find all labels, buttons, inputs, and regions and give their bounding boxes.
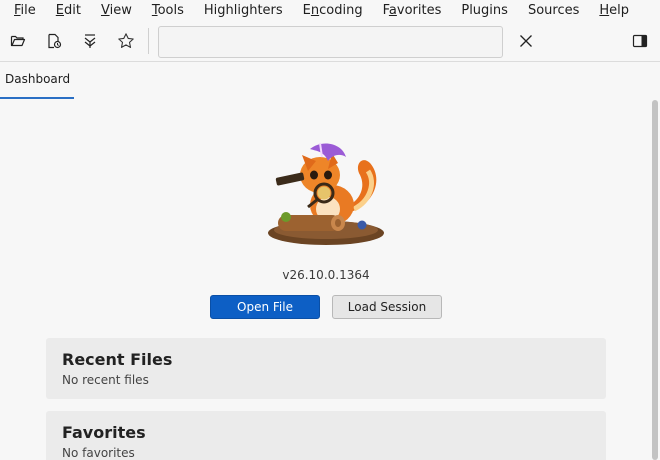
recent-files-empty-message: No recent files (62, 373, 149, 387)
folder-open-icon (10, 35, 26, 47)
app-logo-squirrel-image (268, 142, 384, 245)
menu-tools[interactable]: Tools (142, 0, 194, 22)
filter-icon (84, 34, 96, 48)
version-label: v26.10.0.1364 (282, 268, 370, 282)
recent-files-title: Recent Files (62, 350, 173, 369)
menu-encoding[interactable]: Encoding (293, 0, 373, 22)
toggle-side-panel-button[interactable] (622, 23, 658, 59)
toolbar-separator (148, 28, 149, 54)
favorites-empty-message: No favorites (62, 446, 135, 460)
side-panel-icon (632, 34, 648, 48)
menu-help[interactable]: Help (589, 0, 639, 22)
tab-bar: Dashboard (0, 61, 660, 99)
favorites-title: Favorites (62, 423, 146, 442)
search-input[interactable] (158, 26, 503, 58)
menu-edit[interactable]: Edit (46, 0, 91, 22)
menu-bar: File Edit View Tools Highlighters Encodi… (0, 0, 660, 22)
open-file-button[interactable] (0, 23, 36, 59)
menu-highlighters[interactable]: Highlighters (194, 0, 293, 22)
favorites-card: Favorites No favorites (46, 411, 606, 460)
star-icon (118, 33, 134, 48)
tab-dashboard[interactable]: Dashboard (0, 62, 74, 99)
load-session-button[interactable]: Load Session (332, 295, 442, 319)
recent-files-card: Recent Files No recent files (46, 338, 606, 399)
clear-search-button[interactable] (508, 23, 544, 59)
close-icon (520, 35, 532, 47)
menu-plugins[interactable]: Plugins (451, 0, 518, 22)
menu-favorites[interactable]: Favorites (373, 0, 452, 22)
toolbar (0, 22, 660, 60)
favorite-button[interactable] (108, 23, 144, 59)
menu-view[interactable]: View (91, 0, 142, 22)
vertical-scrollbar[interactable] (652, 100, 658, 460)
open-file-primary-button[interactable]: Open File (210, 295, 320, 319)
filter-button[interactable] (72, 23, 108, 59)
menu-sources[interactable]: Sources (518, 0, 589, 22)
menu-file[interactable]: File (4, 0, 46, 22)
recent-file-icon (48, 33, 62, 49)
recent-files-button[interactable] (36, 23, 72, 59)
